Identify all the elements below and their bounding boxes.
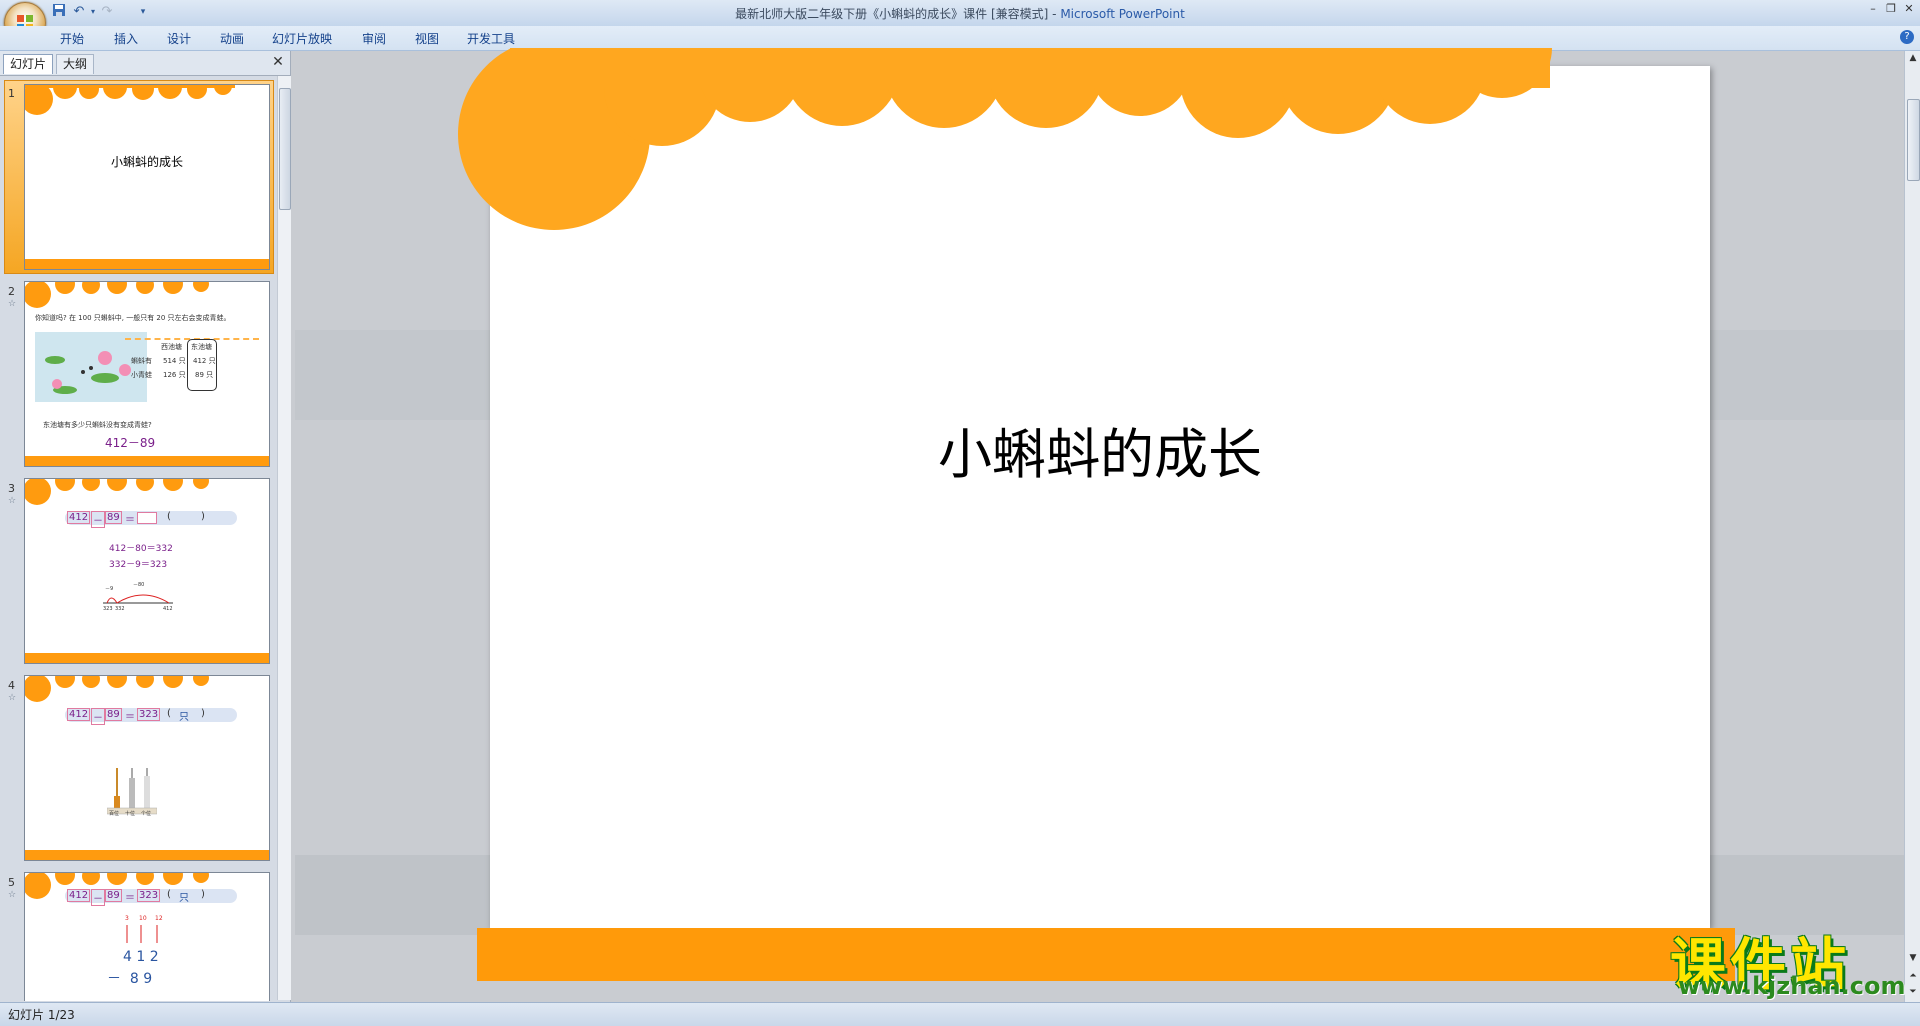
slide-bottom-bar (477, 928, 1735, 981)
thumbnail-title: 小蝌蚪的成长 (110, 155, 183, 169)
vertical-calc: 4 1 2 (123, 949, 159, 965)
thumbnail-bottom-bar (25, 850, 269, 860)
thumbnail-question: 你知道吗? 在 100 只蝌蚪中, 一般只有 20 只左右会变成青蛙。 (35, 314, 231, 322)
slide-number: 4 (8, 679, 15, 692)
thumbnail-bottom-bar (25, 259, 269, 269)
thumbnail-slide-4[interactable]: 412 － 89 ＝ 323 ( 只 ) 百位 十位 个位 (24, 675, 270, 861)
cloud-border-decoration (25, 282, 209, 308)
calc-line: 412－80＝332 (109, 544, 173, 554)
thumbnail-slide-2[interactable]: 你知道吗? 在 100 只蝌蚪中, 一般只有 20 只左右会变成青蛙。 西池塘 … (24, 281, 270, 467)
tab-review[interactable]: 审阅 (362, 30, 386, 47)
vertical-calc: － 8 9 (107, 971, 153, 987)
editor-vertical-scrollbar[interactable]: ▲ ▼ ⏶ ⏷ (1904, 51, 1920, 1002)
next-slide-icon[interactable]: ⏷ (1905, 985, 1920, 999)
tab-view[interactable]: 视图 (415, 30, 439, 47)
animation-star-icon: ☆ (8, 496, 17, 506)
scroll-up-icon[interactable]: ▲ (1905, 51, 1920, 65)
tab-insert[interactable]: 插入 (114, 30, 138, 47)
save-icon[interactable] (50, 3, 68, 21)
cloud-border-decoration (25, 479, 209, 505)
slide-number: 5 (8, 876, 15, 889)
slide-title[interactable]: 小蝌蚪的成长 (490, 410, 1710, 489)
thumbnail-ask: 东池塘有多少只蝌蚪没有变成青蛙? (43, 421, 152, 429)
thumbnail-slide-1[interactable]: 小蝌蚪的成长 (24, 84, 270, 270)
thumbnail-expression: 412－89 (105, 436, 156, 450)
tab-developer[interactable]: 开发工具 (467, 30, 515, 47)
thumbnail-bottom-bar (25, 653, 269, 663)
scroll-down-icon[interactable]: ▼ (1905, 951, 1920, 965)
cloud-border-decoration (458, 48, 1552, 230)
watermark-url: www.kjzhan.com (1678, 972, 1906, 1000)
borrow-arrows (126, 925, 158, 943)
slide-number: 1 (8, 87, 15, 100)
redo-icon[interactable]: ↷ (98, 3, 116, 21)
tab-slideshow[interactable]: 幻灯片放映 (272, 30, 332, 47)
comparison-table: 西池塘 东池塘 蝌蚪有 514 只 412 只 小青蛙 126 只 89 只 (125, 338, 259, 391)
slide-number: 2 (8, 285, 15, 298)
number-line (103, 594, 173, 604)
equation-strip: 412 － 89 ＝ 323 ( 只 ) (65, 708, 237, 725)
tab-slides[interactable]: 幻灯片 (3, 54, 54, 74)
previous-slide-icon[interactable]: ⏶ (1905, 969, 1920, 983)
tab-animations[interactable]: 动画 (220, 30, 244, 47)
slide-counter: 幻灯片 1/23 (8, 1008, 75, 1022)
status-bar (0, 1002, 1920, 1026)
animation-star-icon: ☆ (8, 693, 17, 703)
pane-close-icon[interactable]: ✕ (270, 54, 286, 70)
cloud-border-decoration (25, 85, 235, 115)
tab-design[interactable]: 设计 (167, 30, 191, 47)
calc-line: 332－9＝323 (109, 560, 168, 570)
window-title: 最新北师大版二年级下册《小蝌蚪的成长》课件 [兼容模式] - Microsoft… (735, 7, 1185, 21)
thumbnail-slide-3[interactable]: 412 － 89 ＝ ( ) 412－80＝332 332－9＝323 －9 －… (24, 478, 270, 664)
thumbnail-bottom-bar (25, 456, 269, 466)
animation-star-icon: ☆ (8, 299, 17, 309)
tab-home[interactable]: 开始 (60, 30, 84, 47)
tab-outline[interactable]: 大纲 (56, 54, 95, 74)
thumbnail-slide-5[interactable]: 412 － 89 ＝ 323 ( 只 ) 3 10 12 4 1 2 － 8 9 (24, 872, 270, 1001)
slide-number: 3 (8, 482, 15, 495)
customize-toolbar-icon[interactable]: ▾ (134, 3, 152, 21)
restore-icon[interactable]: ❐ (1882, 2, 1900, 16)
cloud-border-decoration (25, 676, 209, 702)
animation-star-icon: ☆ (8, 890, 17, 900)
equation-strip: 412 － 89 ＝ 323 ( 只 ) (65, 889, 237, 906)
close-icon[interactable]: ✕ (1900, 2, 1918, 16)
scroll-thumb[interactable] (1907, 99, 1920, 181)
minimize-icon[interactable]: – (1864, 2, 1882, 16)
thumbnail-scrollbar[interactable] (277, 76, 291, 1000)
help-icon[interactable]: ? (1900, 30, 1914, 44)
equation-strip: 412 － 89 ＝ ( ) (65, 511, 237, 528)
